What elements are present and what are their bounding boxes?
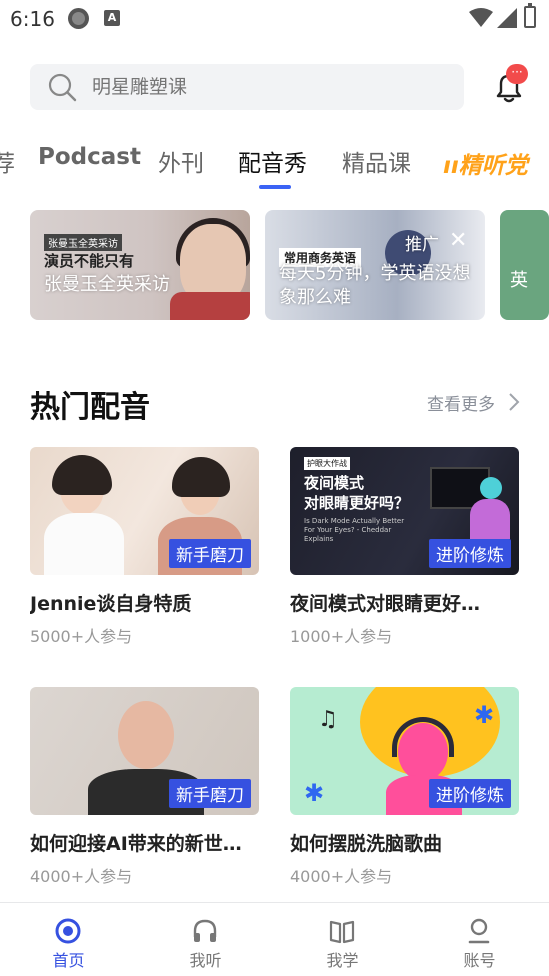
chevron-right-icon[interactable]: [508, 392, 520, 412]
level-badge: 新手磨刀: [169, 779, 251, 808]
notification-badge: ···: [506, 64, 528, 84]
active-tab-indicator: [259, 185, 291, 189]
search-icon: [48, 73, 77, 102]
ad-label: 推广: [405, 235, 439, 255]
close-icon[interactable]: ✕: [449, 228, 467, 253]
banner-title: 英: [510, 270, 528, 291]
banner-next[interactable]: 英: [500, 210, 549, 320]
level-badge: 进阶修炼: [429, 539, 511, 568]
home-icon: [55, 918, 81, 944]
sync-status-icon: [68, 8, 89, 29]
card-thumbnail: 护眼大作战 夜间模式 对眼睛更好吗？ Is Dark Mode Actually…: [290, 447, 519, 575]
thumbnail-subtitle: Is Dark Mode Actually Better For Your Ey…: [304, 517, 405, 543]
person-hair: [172, 457, 230, 497]
status-time: 6:16: [10, 7, 55, 31]
nav-listen[interactable]: 我听: [137, 903, 274, 976]
book-icon: [329, 920, 355, 944]
nav-home-label: 首页: [52, 951, 85, 970]
card-title: 夜间模式对眼睛更好…: [290, 593, 481, 615]
app-notification-icon: A: [104, 10, 120, 26]
card-participants: 4000+人参与: [290, 867, 393, 886]
headphones-icon: [193, 919, 217, 942]
search-bar[interactable]: [30, 64, 464, 110]
card-title: 如何摆脱洗脑歌曲: [290, 833, 443, 855]
card-title: 如何迎接AI带来的新世…: [30, 833, 242, 855]
card-participants: 1000+人参与: [290, 627, 393, 646]
tab-listening-club-logo[interactable]: ıı精听党: [443, 146, 528, 180]
nav-account-label: 账号: [463, 951, 496, 970]
person-hair: [52, 455, 112, 495]
nav-learn[interactable]: 我学: [274, 903, 411, 976]
banner-quote: 演员不能只有: [44, 252, 135, 270]
nav-learn-label: 我学: [326, 951, 359, 970]
card-participants: 5000+人参与: [30, 627, 133, 646]
status-bar: 6:16 A: [0, 0, 549, 38]
tab-journals[interactable]: 外刊: [158, 144, 204, 178]
banner-scarf: [170, 292, 250, 320]
person-shirt: [470, 499, 510, 539]
cellular-signal-icon: [497, 8, 517, 28]
card-title: Jennie谈自身特质: [30, 593, 192, 615]
nav-listen-label: 我听: [189, 951, 222, 970]
nav-home[interactable]: 首页: [0, 903, 137, 976]
banner-interview[interactable]: 张曼玉全英采访 演员不能只有 张曼玉全英采访: [30, 210, 250, 320]
level-badge: 新手磨刀: [169, 539, 251, 568]
tab-recommend[interactable]: 荐: [0, 144, 15, 178]
person-figure: [480, 477, 502, 499]
card-participants: 4000+人参与: [30, 867, 133, 886]
music-note-icon: ♫: [318, 707, 338, 732]
tab-premium-courses[interactable]: 精品课: [342, 144, 411, 178]
card-thumbnail: ✱ ✱ ♫ 进阶修炼: [290, 687, 519, 815]
tab-podcast[interactable]: Podcast: [38, 144, 141, 170]
search-input[interactable]: [92, 64, 452, 110]
banner-business-english[interactable]: 常用商务英语 每天5分钟，学英语没想象那么难 推广 ✕: [265, 210, 485, 320]
thumbnail-title: 夜间模式 对眼睛更好吗？: [304, 474, 410, 512]
banner-tag: 张曼玉全英采访: [44, 234, 122, 251]
see-more-link[interactable]: 查看更多: [427, 390, 495, 415]
flower-shape: ✱: [474, 701, 495, 729]
level-badge: 进阶修炼: [429, 779, 511, 808]
flower-shape: ✱: [304, 779, 325, 807]
nav-account[interactable]: 账号: [411, 903, 548, 976]
banner-title: 张曼玉全英采访: [44, 274, 170, 295]
card-thumbnail: 新手磨刀: [30, 447, 259, 575]
card-thumbnail: 新手磨刀: [30, 687, 259, 815]
person-figure: [118, 701, 174, 769]
tab-dubbing-show[interactable]: 配音秀: [238, 144, 307, 178]
person-shirt: [44, 513, 124, 575]
section-title: 热门配音: [30, 390, 150, 425]
user-icon: [468, 918, 490, 944]
wifi-icon: [469, 8, 493, 27]
battery-icon: [524, 3, 536, 28]
thumbnail-tag: 护眼大作战: [304, 457, 350, 470]
bottom-navigation: 首页 我听 我学 账号: [0, 902, 549, 976]
banner-title: 每天5分钟，学英语没想象那么难: [279, 263, 471, 308]
